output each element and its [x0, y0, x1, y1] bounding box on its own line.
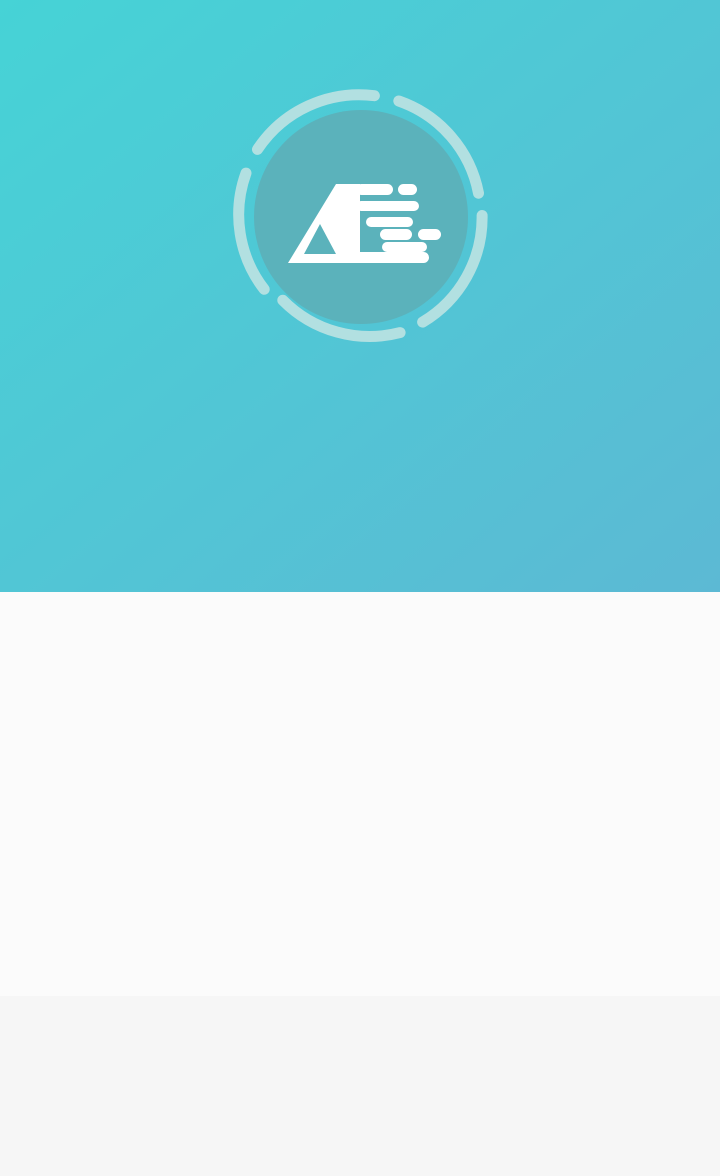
- speed-line: [380, 229, 412, 240]
- app-logo: [232, 88, 490, 346]
- content-panel: [0, 592, 720, 996]
- speed-line: [356, 201, 419, 211]
- speed-line: [418, 229, 441, 240]
- speed-line: [382, 242, 427, 252]
- speed-line: [356, 184, 393, 195]
- logo-circle: [254, 110, 468, 324]
- speed-line: [350, 252, 429, 263]
- speed-line: [366, 217, 413, 227]
- splash-hero: [0, 0, 720, 592]
- app-logo-svg: [233, 89, 488, 342]
- footer-area: [0, 996, 720, 1176]
- speed-line: [398, 184, 417, 195]
